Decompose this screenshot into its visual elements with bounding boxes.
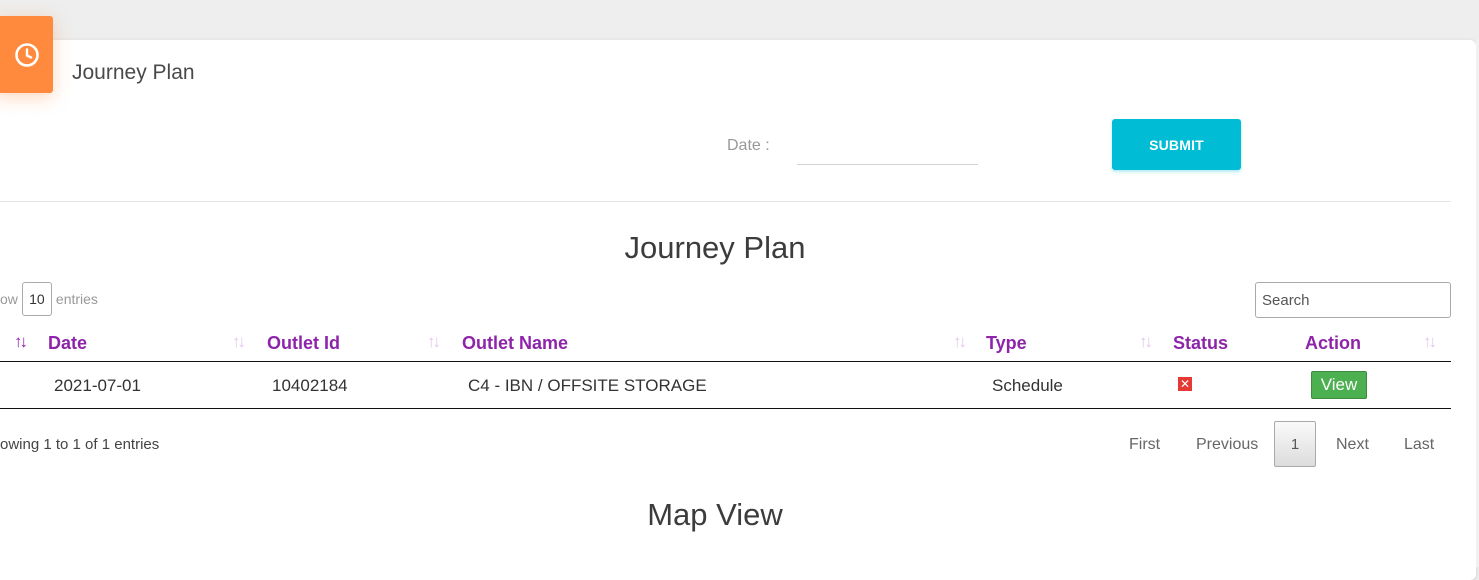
sort-icon[interactable]: ↑↓ xyxy=(427,332,441,352)
section-divider xyxy=(0,201,1451,202)
table-section-title: Journey Plan xyxy=(624,230,806,265)
sort-icon[interactable]: ↑↓ xyxy=(232,332,246,352)
column-header-outlet-id[interactable]: Outlet Id xyxy=(267,333,340,354)
pagination-last[interactable]: Last xyxy=(1404,436,1434,454)
column-header-action[interactable]: Action xyxy=(1305,333,1361,354)
column-header-outlet-name[interactable]: Outlet Name xyxy=(462,333,568,354)
column-header-date[interactable]: Date xyxy=(48,333,87,354)
entries-length-select[interactable]: 10 xyxy=(21,282,52,316)
pagination-previous[interactable]: Previous xyxy=(1196,436,1258,454)
map-section-title: Map View xyxy=(647,497,783,532)
length-prefix: ow xyxy=(0,291,18,307)
length-suffix: entries xyxy=(55,291,98,307)
table-row: 2021-07-01 10402184 C4 - IBN / OFFSITE S… xyxy=(0,362,1451,409)
submit-button[interactable]: SUBMIT xyxy=(1112,119,1241,170)
pagination-page-1[interactable]: 1 xyxy=(1274,421,1316,467)
clock-icon xyxy=(14,42,39,67)
sort-icon[interactable]: ↑↓ xyxy=(1139,332,1153,352)
table-search-input[interactable] xyxy=(1255,282,1451,318)
entries-length-control: ow 10 entries xyxy=(0,282,98,316)
sort-icon[interactable]: ↑↓ xyxy=(953,332,967,352)
table-info: owing 1 to 1 of 1 entries xyxy=(0,436,160,453)
sort-icon[interactable]: ↑↓ xyxy=(14,332,28,352)
cell-type: Schedule xyxy=(992,376,1063,395)
date-label: Date : xyxy=(727,137,770,154)
pagination-first[interactable]: First xyxy=(1129,436,1160,454)
cell-date: 2021-07-01 xyxy=(54,376,141,395)
card-header-icon xyxy=(0,16,53,93)
cell-outlet-id: 10402184 xyxy=(272,376,348,395)
column-header-status[interactable]: Status xyxy=(1173,333,1228,354)
cell-outlet-name: C4 - IBN / OFFSITE STORAGE xyxy=(468,376,707,395)
card-title: Journey Plan xyxy=(72,61,195,84)
column-header-type[interactable]: Type xyxy=(986,333,1027,354)
sort-icon[interactable]: ↑↓ xyxy=(1423,332,1437,352)
close-box-icon: ✕ xyxy=(1178,377,1192,391)
table-header: ↑↓ Date ↑↓ Outlet Id ↑↓ Outlet Name ↑↓ T… xyxy=(0,326,1451,362)
pagination-next[interactable]: Next xyxy=(1336,436,1369,454)
date-input[interactable] xyxy=(797,130,978,165)
view-button[interactable]: View xyxy=(1311,371,1367,399)
